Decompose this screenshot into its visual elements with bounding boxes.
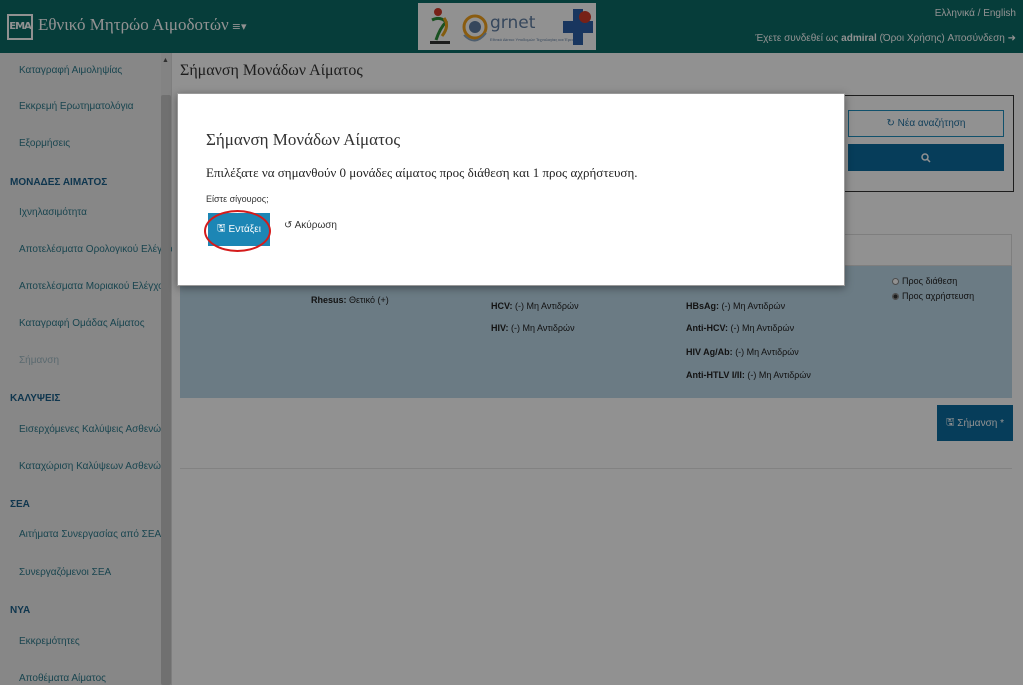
save-icon: 🖫 xyxy=(217,223,226,234)
undo-icon: ↺ xyxy=(284,220,293,231)
cancel-button[interactable]: ↺ Ακύρωση xyxy=(284,220,337,231)
dialog-confirm-question: Είστε σίγουρος; xyxy=(206,194,269,204)
cancel-button-label: Ακύρωση xyxy=(294,220,337,231)
dialog-title: Σήμανση Μονάδων Αίματος xyxy=(206,130,401,149)
dialog-message: Επιλέξατε να σημανθούν 0 μονάδες αίματος… xyxy=(206,165,638,180)
ok-button[interactable]: 🖫 Εντάξει xyxy=(208,213,270,246)
ok-button-label: Εντάξει xyxy=(228,224,261,235)
confirm-dialog: Σήμανση Μονάδων Αίματος Επιλέξατε να σημ… xyxy=(177,93,845,286)
